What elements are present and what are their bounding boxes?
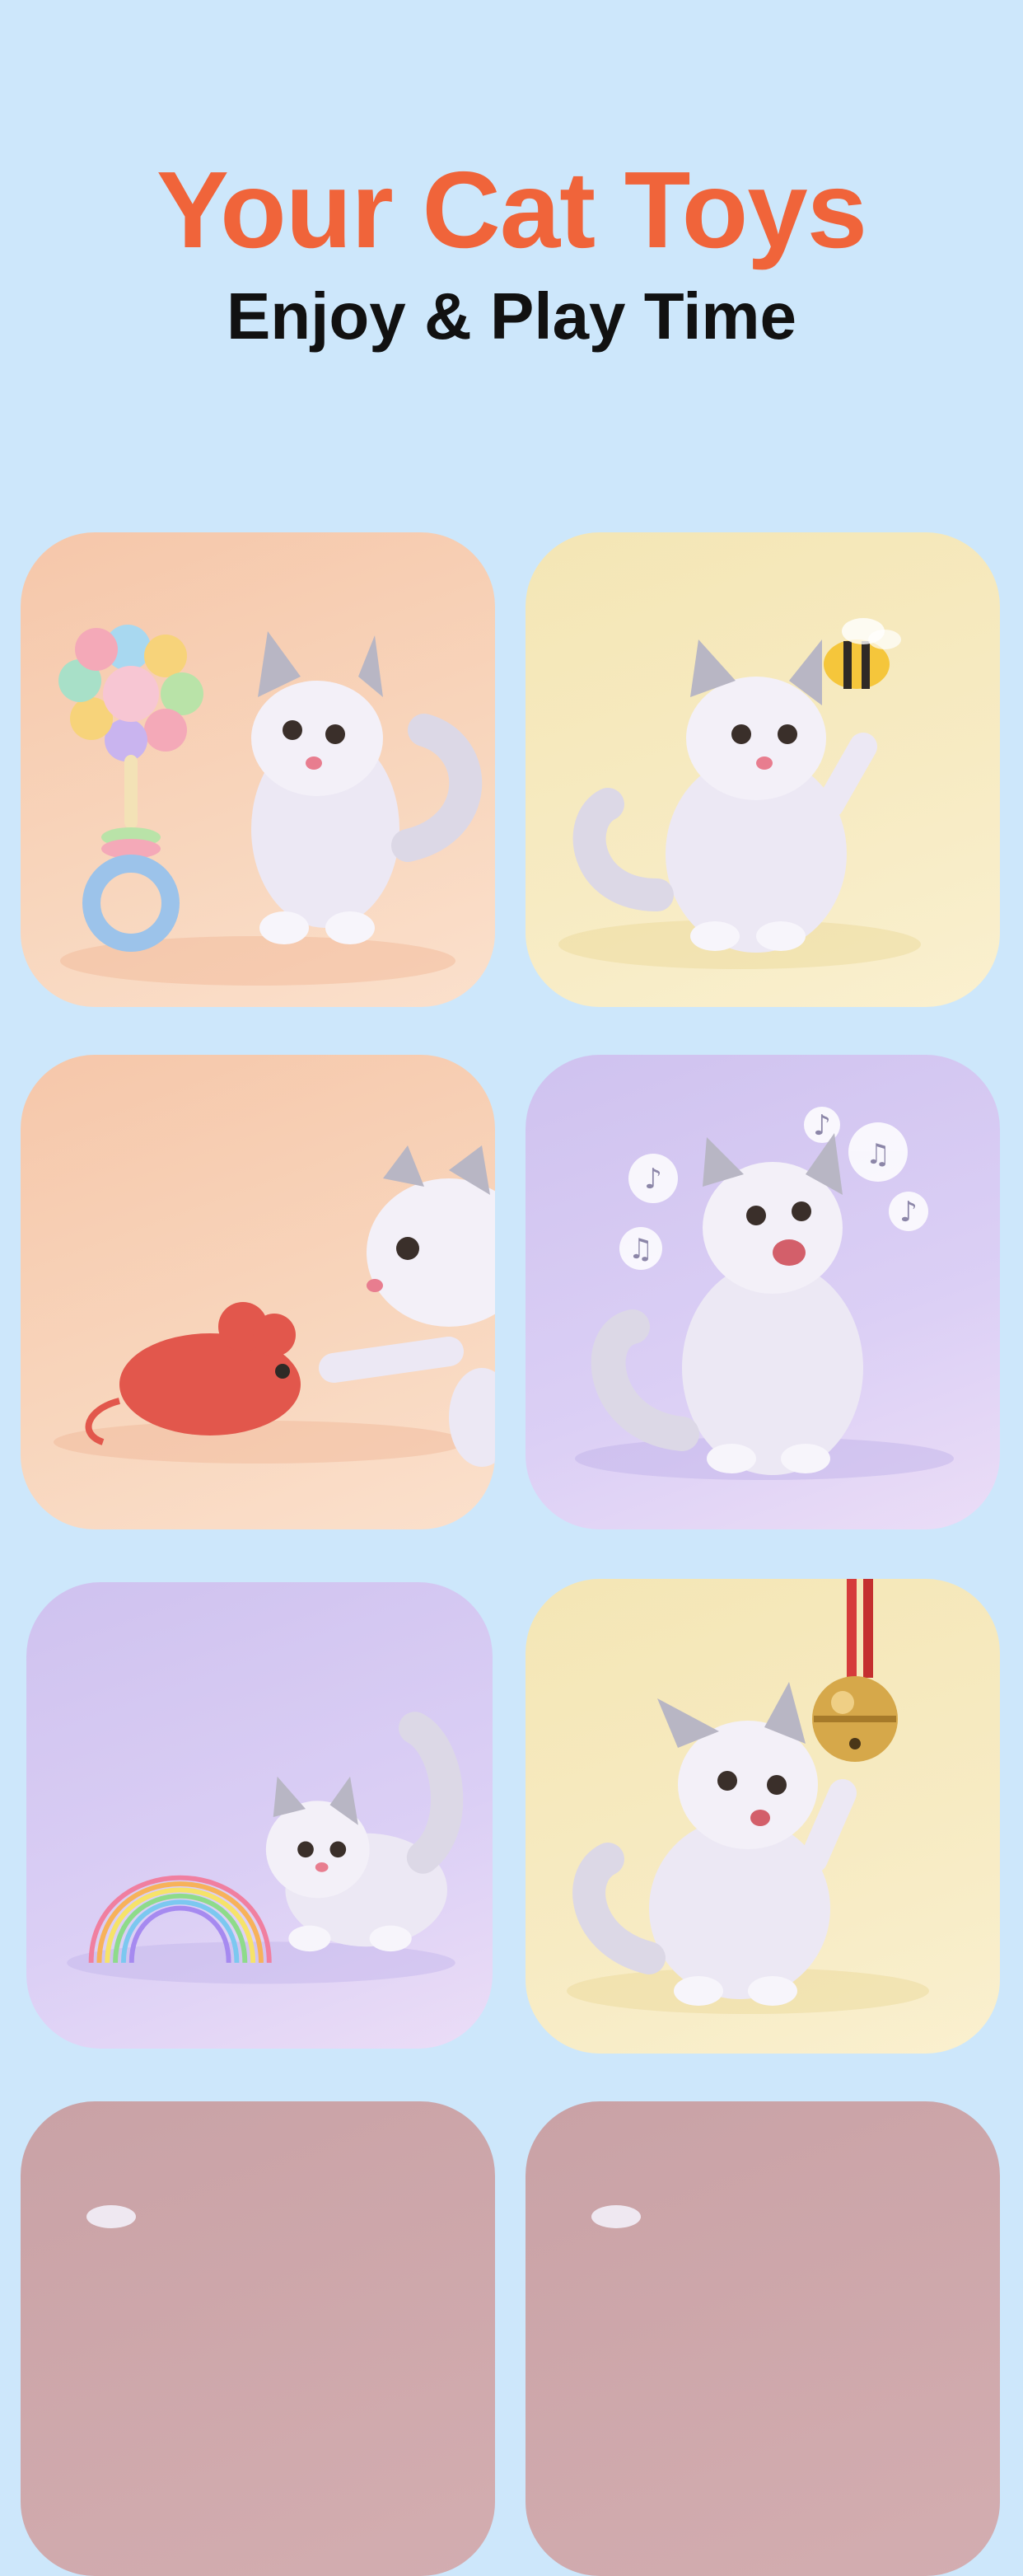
page-header: Your Cat Toys Enjoy & Play Time xyxy=(0,148,1023,356)
toy-card-mouse[interactable] xyxy=(21,1055,495,1529)
cat-icon xyxy=(319,1145,495,1467)
toy-card-rattle[interactable] xyxy=(21,532,495,1007)
mouse-toy-icon xyxy=(85,1302,301,1445)
svg-text:♪: ♪ xyxy=(813,1109,831,1142)
toy-card-bell[interactable] xyxy=(526,1579,1000,2054)
page-subtitle: Enjoy & Play Time xyxy=(226,279,797,353)
svg-text:♪: ♪ xyxy=(644,1163,662,1196)
cat-icon xyxy=(572,639,877,953)
bell-cat-illustration xyxy=(567,1579,929,2014)
cat-icon xyxy=(572,1682,857,2006)
rattle-cat-illustration xyxy=(58,625,483,986)
cat-icon xyxy=(265,1712,464,1952)
page-title: Your Cat Toys xyxy=(156,149,867,270)
toy-card-partial-left[interactable] xyxy=(21,2101,495,2576)
toy-card-music[interactable]: ♪ ♪ ♫ ♪ ♫ xyxy=(526,1055,1000,1529)
bee-toy-icon xyxy=(824,618,901,689)
bee-cat-illustration xyxy=(558,618,921,969)
music-cat-illustration: ♪ ♪ ♫ ♪ ♫ xyxy=(575,1107,954,1480)
cat-icon xyxy=(251,631,483,944)
mouse-cat-illustration xyxy=(54,1145,495,1467)
toy-card-spring[interactable] xyxy=(26,1582,493,2049)
rattle-toy-icon xyxy=(58,625,203,952)
spring-cat-illustration xyxy=(67,1712,464,1984)
svg-text:♫: ♫ xyxy=(866,1138,890,1171)
svg-text:♫: ♫ xyxy=(628,1233,653,1266)
cat-icon xyxy=(86,2205,136,2228)
bell-toy-icon xyxy=(812,1579,898,1762)
cat-icon xyxy=(591,2205,641,2228)
partial-cat-illustration xyxy=(591,2205,641,2228)
toy-card-bee[interactable] xyxy=(526,532,1000,1007)
partial-cat-illustration xyxy=(86,2205,136,2228)
toy-card-partial-right[interactable] xyxy=(526,2101,1000,2576)
svg-text:♪: ♪ xyxy=(899,1196,918,1229)
